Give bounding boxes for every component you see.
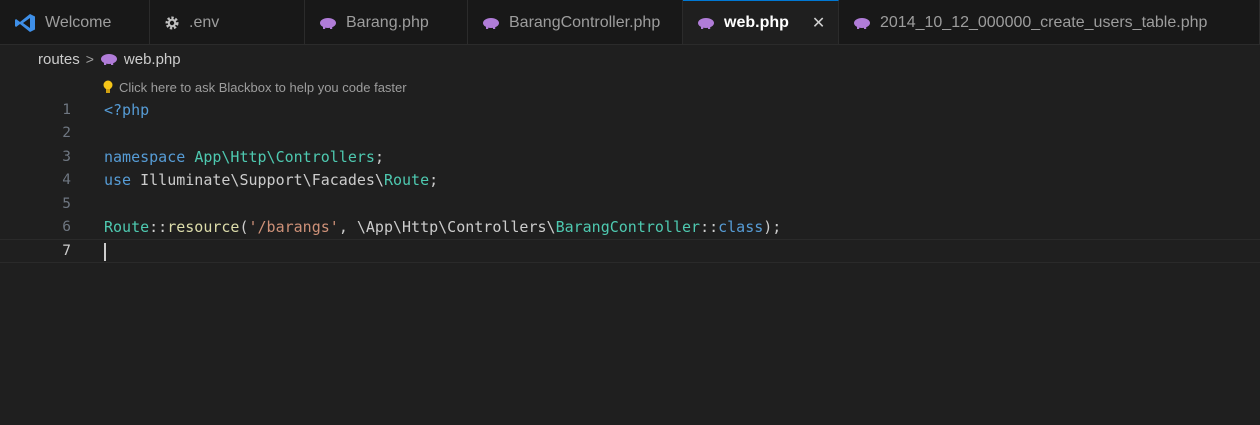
code-token: resource	[167, 218, 240, 237]
code-token: );	[763, 218, 782, 237]
tab-barangcontroller-php[interactable]: BarangController.php	[468, 0, 683, 44]
php-icon	[320, 17, 336, 29]
code-token: BarangController	[555, 218, 701, 237]
php-icon	[698, 18, 714, 29]
breadcrumb-folder[interactable]: routes	[38, 51, 80, 68]
lightbulb-icon	[103, 80, 113, 93]
code-token: Route	[104, 218, 150, 237]
code-line[interactable]: 6 Route::resource('/barangs', \App\Http\C…	[0, 216, 1260, 240]
code-token: '/barangs'	[248, 218, 339, 237]
tab-label: web.php	[724, 14, 789, 31]
code-line[interactable]: 7	[0, 239, 1260, 263]
tab-web-php[interactable]: web.php ✕	[683, 0, 839, 44]
line-number: 7	[62, 242, 71, 259]
line-number: 4	[62, 172, 71, 189]
code-token: class	[718, 218, 764, 237]
breadcrumb-file[interactable]: web.php	[124, 51, 181, 68]
code-editor[interactable]: 1 <?php 2 3 namespace App\Http\Controllers; 4…	[0, 98, 1260, 263]
breadcrumb: routes > web.php	[0, 45, 1260, 73]
tab-barang-php[interactable]: Barang.php	[305, 0, 468, 44]
code-token: ::	[700, 218, 719, 237]
php-icon	[100, 54, 117, 65]
code-text: <?php	[104, 101, 149, 119]
vscode-icon	[15, 13, 35, 32]
code-text: namespace App\Http\Controllers;	[104, 148, 384, 166]
tab-2014-10-12-000000-create-users-table-php[interactable]: 2014_10_12_000000_create_users_table.php	[839, 0, 1260, 44]
code-token: ;	[374, 147, 384, 166]
tab-label: Barang.php	[346, 13, 429, 31]
line-number: 2	[62, 125, 71, 142]
code-token: Illuminate\Support\Facades\	[140, 171, 384, 190]
breadcrumb-separator: >	[85, 51, 94, 67]
code-line[interactable]: 1 <?php	[0, 98, 1260, 122]
line-number: 5	[62, 195, 71, 212]
editor-tab-bar: Welcome .env Barang.php BarangController.ph…	[0, 0, 1260, 45]
code-token: ::	[149, 218, 168, 237]
gear-icon	[165, 16, 179, 29]
blackbox-hint-text: Click here to ask Blackbox to help you c…	[119, 79, 407, 95]
code-token: ;	[429, 171, 439, 190]
code-line[interactable]: 5	[0, 192, 1260, 216]
php-icon	[483, 17, 499, 29]
tab-label: BarangController.php	[509, 13, 661, 31]
line-number: 1	[62, 101, 71, 118]
blackbox-hint[interactable]: Click here to ask Blackbox to help you c…	[103, 77, 407, 97]
code-token: , \App\Http\Controllers\	[338, 218, 556, 237]
code-line[interactable]: 2	[0, 122, 1260, 146]
code-line[interactable]: 4 use Illuminate\Support\Facades\Route;	[0, 169, 1260, 193]
tab-env[interactable]: .env	[150, 0, 305, 44]
tab-welcome[interactable]: Welcome	[0, 0, 150, 44]
code-text: Route::resource('/barangs', \App\Http\Co…	[104, 218, 781, 236]
code-line[interactable]: 3 namespace App\Http\Controllers;	[0, 145, 1260, 169]
tab-label: .env	[189, 13, 220, 31]
code-token: (	[239, 218, 249, 237]
line-number: 3	[62, 148, 71, 165]
tab-label: 2014_10_12_000000_create_users_table.php	[880, 13, 1208, 31]
tab-label: Welcome	[45, 13, 112, 31]
text-cursor	[104, 243, 106, 261]
close-icon[interactable]: ✕	[812, 13, 825, 33]
code-token: namespace	[104, 147, 195, 166]
code-token: Route	[383, 171, 430, 190]
code-token: <?php	[104, 100, 150, 119]
code-token: use	[104, 171, 141, 190]
line-number: 6	[62, 219, 71, 236]
code-text: use Illuminate\Support\Facades\Route;	[104, 171, 438, 189]
code-token: App\Http\Controllers	[194, 147, 375, 166]
php-icon	[854, 17, 870, 29]
